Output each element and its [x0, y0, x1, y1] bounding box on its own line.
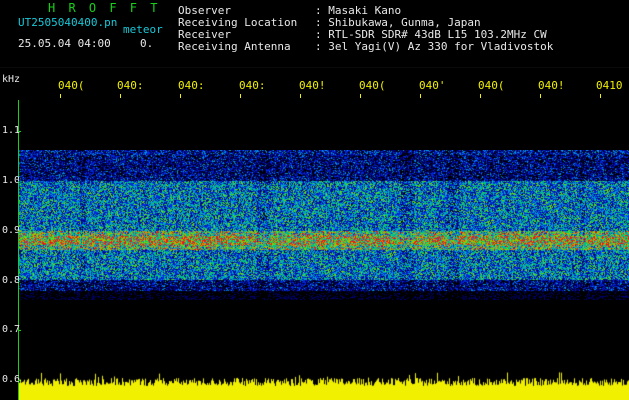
- power-trace: [19, 368, 629, 400]
- time-tick-label: 040(: [478, 79, 505, 92]
- time-tick-mark: [120, 94, 121, 98]
- time-tick-label: 040:: [239, 79, 266, 92]
- time-tick-label: 040!: [299, 79, 326, 92]
- date-time: 25.05.04 04:00: [18, 37, 111, 50]
- time-tick-mark: [480, 94, 481, 98]
- freq-tick-mark: [18, 330, 21, 331]
- time-tick-mark: [180, 94, 181, 98]
- time-tick-label: 040!: [538, 79, 565, 92]
- header-separator: [0, 67, 629, 68]
- freq-unit-label: kHz: [2, 74, 21, 85]
- channel-label: 0.: [140, 37, 154, 50]
- time-tick-label: 040:: [178, 79, 205, 92]
- brand-label: H R O F F T: [48, 1, 161, 15]
- time-tick-label: 040(: [359, 79, 386, 92]
- waterfall-spectrogram: [19, 150, 629, 300]
- file-name: UT2505040400.pn: [18, 16, 118, 29]
- time-tick-mark: [240, 94, 241, 98]
- time-tick-label: 0410: [596, 79, 623, 92]
- time-tick-mark: [600, 94, 601, 98]
- time-tick-mark: [300, 94, 301, 98]
- time-tick-mark: [540, 94, 541, 98]
- time-tick-label: 040': [419, 79, 446, 92]
- time-tick-mark: [360, 94, 361, 98]
- freq-tick-mark: [18, 131, 21, 132]
- time-tick-mark: [420, 94, 421, 98]
- meteor-label: meteor: [123, 23, 163, 36]
- time-tick-mark: [60, 94, 61, 98]
- antenna-value: : 3el Yagi(V) Az 330 for Vladivostok: [315, 40, 554, 53]
- antenna-label: Receiving Antenna: [178, 40, 291, 53]
- time-tick-label: 040(: [58, 79, 85, 92]
- time-tick-label: 040:: [117, 79, 144, 92]
